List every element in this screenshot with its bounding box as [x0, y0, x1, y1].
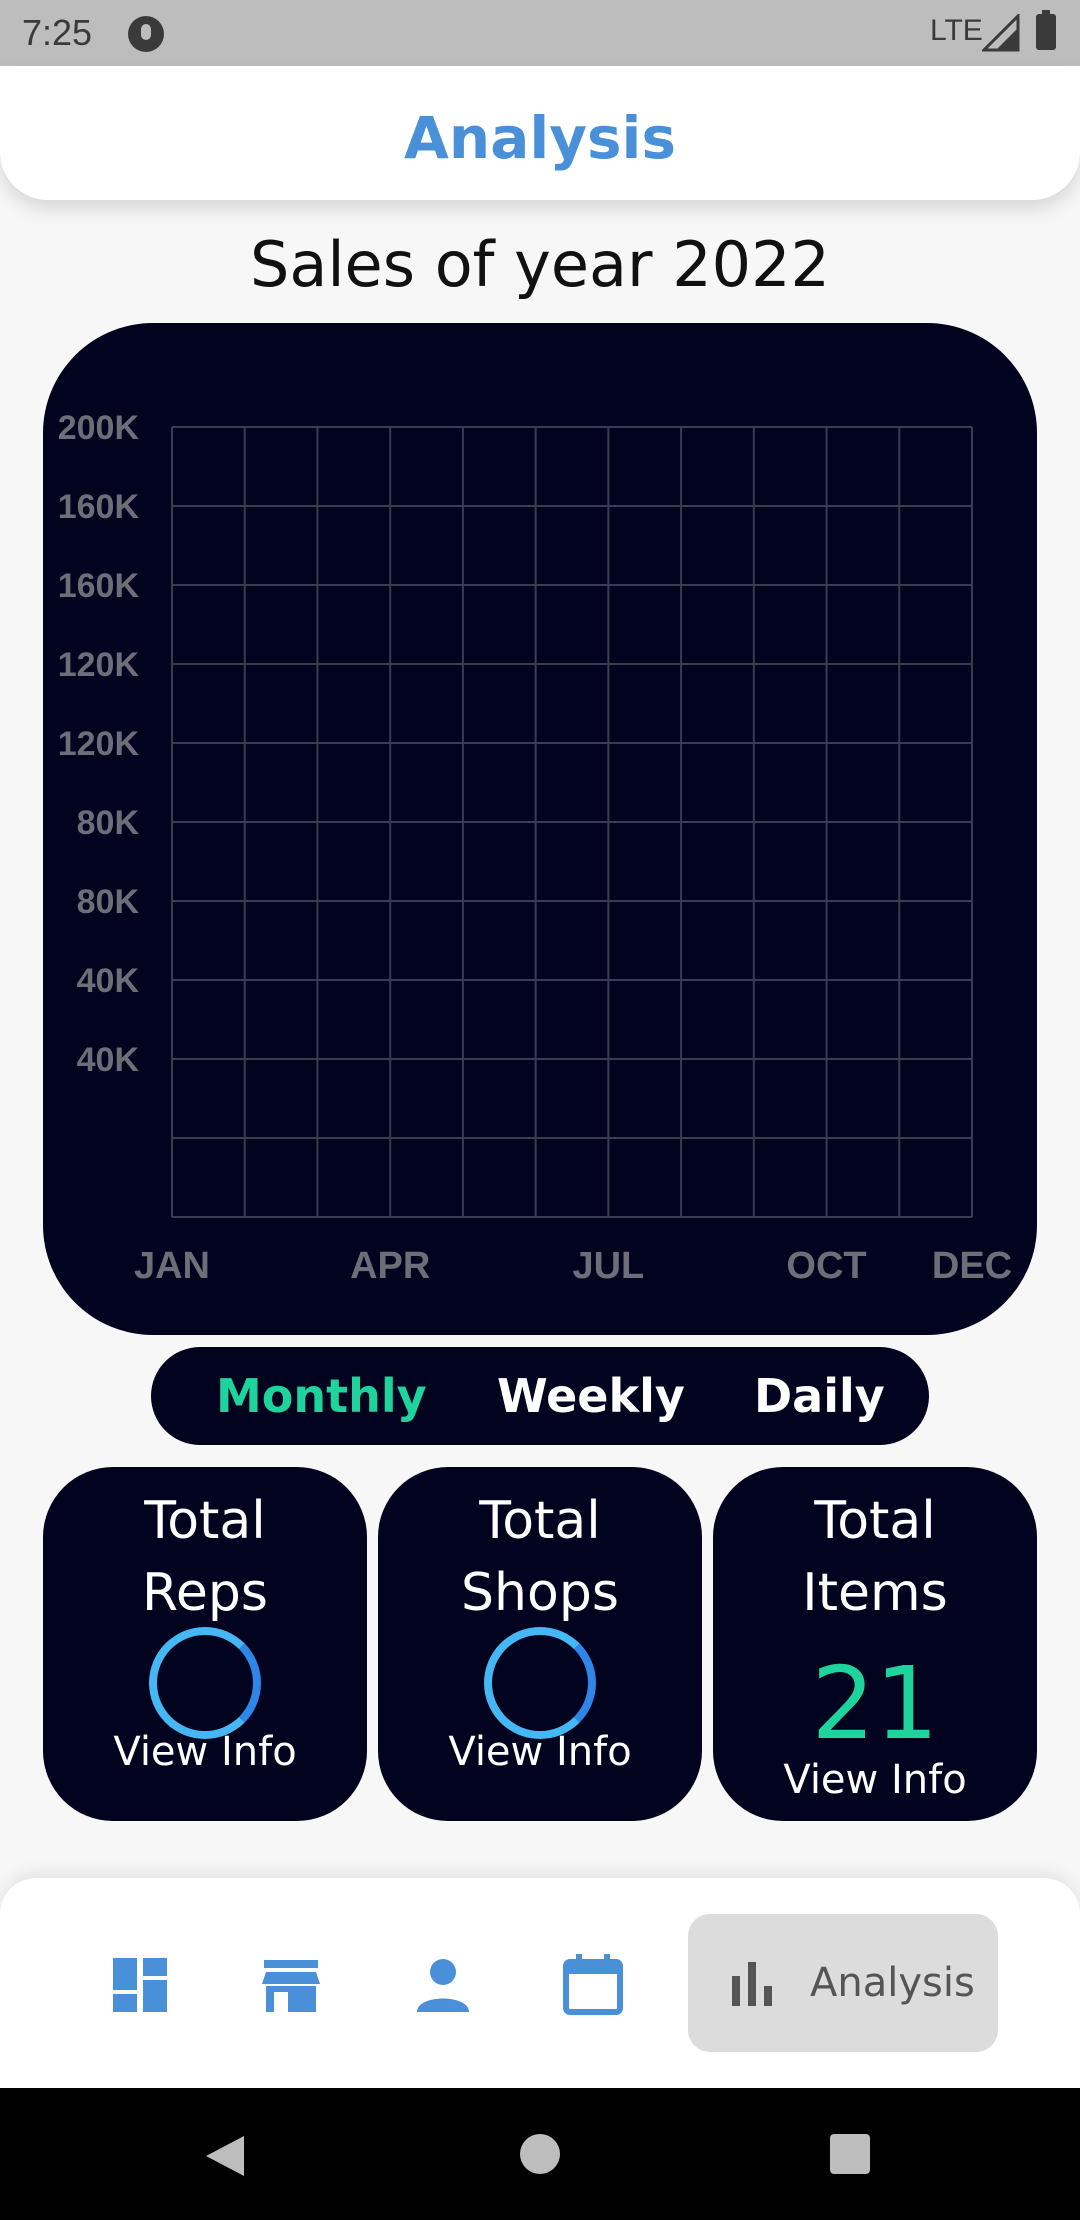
total-shops-card[interactable]: Total Shops View Info	[378, 1467, 702, 1821]
total-items-value: 21	[811, 1645, 939, 1762]
period-daily-button[interactable]: Daily	[754, 1369, 885, 1423]
calendar-icon[interactable]	[558, 1950, 628, 2020]
bottom-navigation: Analysis	[0, 1878, 1080, 2088]
stat-title-line: Total	[479, 1491, 601, 1551]
nav-analysis-button[interactable]: Analysis	[688, 1914, 998, 2052]
notification-app-icon	[128, 16, 164, 52]
x-tick-label: DEC	[932, 1245, 1012, 1287]
y-tick-label: 40K	[77, 1041, 140, 1079]
x-tick-label: JAN	[134, 1245, 210, 1287]
bar-chart-icon	[732, 1962, 772, 2006]
view-info-link[interactable]: View Info	[378, 1729, 702, 1775]
dashboard-icon[interactable]	[105, 1950, 175, 2020]
chart-grid	[171, 426, 973, 1218]
sales-chart-card: 200K 160K 160K 120K 120K 80K 80K 40K 40K JAN APR JU…	[43, 323, 1037, 1335]
battery-icon	[1036, 10, 1056, 50]
total-items-title: Total Items	[713, 1485, 1037, 1629]
signal-icon	[982, 14, 1020, 52]
stat-title-line: Total	[814, 1491, 936, 1551]
period-monthly-button[interactable]: Monthly	[216, 1369, 427, 1423]
home-icon[interactable]	[520, 2134, 560, 2174]
y-tick-label: 200K	[58, 409, 140, 447]
x-tick-label: OCT	[786, 1245, 866, 1287]
loading-spinner	[149, 1627, 261, 1739]
stat-title-line: Items	[802, 1563, 948, 1623]
system-navigation-bar	[0, 2088, 1080, 2220]
y-tick-label: 160K	[58, 488, 140, 526]
y-tick-label: 40K	[77, 962, 140, 1000]
status-bar: 7:25 LTE	[0, 0, 1080, 66]
y-tick-label: 80K	[77, 883, 140, 921]
y-tick-label: 120K	[58, 725, 140, 763]
app-header: Analysis	[0, 66, 1080, 200]
view-info-link[interactable]: View Info	[713, 1757, 1037, 1803]
recents-icon[interactable]	[830, 2134, 870, 2174]
stat-title-line: Total	[144, 1491, 266, 1551]
total-reps-card[interactable]: Total Reps View Info	[43, 1467, 367, 1821]
total-reps-title: Total Reps	[43, 1485, 367, 1629]
x-tick-label: JUL	[572, 1245, 644, 1287]
back-icon[interactable]	[204, 2134, 248, 2178]
stat-title-line: Shops	[461, 1563, 619, 1623]
chart-title: Sales of year 2022	[249, 228, 830, 301]
status-time: 7:25	[22, 12, 93, 53]
view-info-link[interactable]: View Info	[43, 1729, 367, 1775]
x-tick-label: APR	[350, 1245, 430, 1287]
total-shops-title: Total Shops	[378, 1485, 702, 1629]
y-tick-label: 160K	[58, 567, 140, 605]
total-items-card[interactable]: Total Items 21 View Info	[713, 1467, 1037, 1821]
period-toggle: Monthly Weekly Daily	[151, 1347, 929, 1445]
loading-spinner	[484, 1627, 596, 1739]
store-icon[interactable]	[256, 1950, 326, 2020]
stat-title-line: Reps	[142, 1563, 268, 1623]
y-tick-label: 80K	[77, 804, 140, 842]
period-weekly-button[interactable]: Weekly	[497, 1369, 685, 1423]
sales-chart: 200K 160K 160K 120K 120K 80K 80K 40K 40K JAN APR JU…	[58, 409, 1012, 1287]
network-type-label: LTE	[930, 14, 983, 47]
page-title: Analysis	[404, 104, 676, 172]
nav-analysis-label: Analysis	[810, 1960, 975, 2006]
y-tick-label: 120K	[58, 646, 140, 684]
person-icon[interactable]	[408, 1950, 478, 2020]
